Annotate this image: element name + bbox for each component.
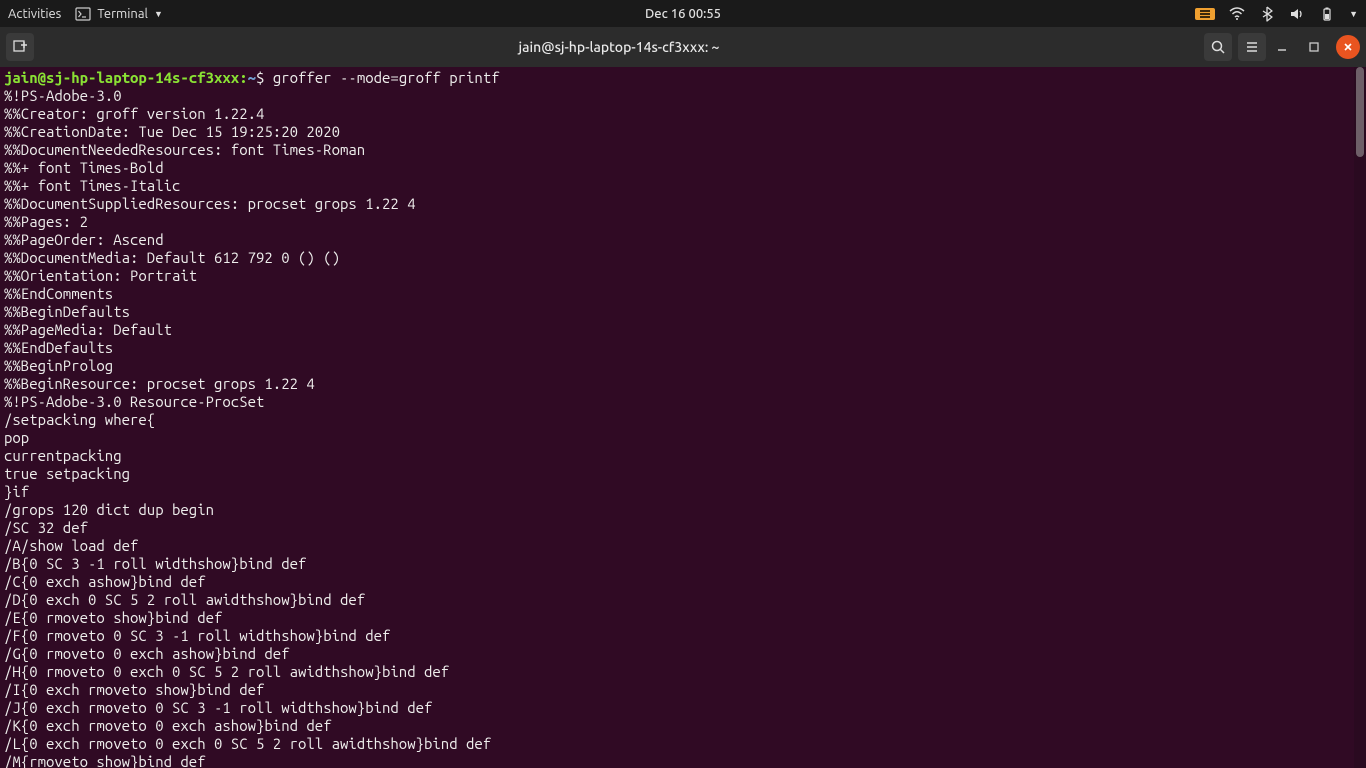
terminal-titlebar: jain@sj-hp-laptop-14s-cf3xxx: ~ xyxy=(0,27,1366,67)
prompt-user: jain@sj-hp-laptop-14s-cf3xxx xyxy=(4,69,239,86)
terminal-output[interactable]: jain@sj-hp-laptop-14s-cf3xxx:~$ groffer … xyxy=(0,67,1354,768)
close-button[interactable] xyxy=(1336,35,1360,59)
battery-icon[interactable] xyxy=(1319,6,1335,22)
minimize-button[interactable] xyxy=(1272,37,1292,57)
output-lines: %!PS-Adobe-3.0 %%Creator: groff version … xyxy=(4,87,491,768)
new-tab-button[interactable] xyxy=(6,33,34,61)
clock[interactable]: Dec 16 00:55 xyxy=(645,7,721,21)
prompt-sep: : xyxy=(239,69,247,86)
prompt-path: ~ xyxy=(248,69,256,86)
terminal-icon xyxy=(75,6,91,22)
search-button[interactable] xyxy=(1204,33,1232,61)
bluetooth-icon[interactable] xyxy=(1259,6,1275,22)
hamburger-menu-button[interactable] xyxy=(1238,33,1266,61)
terminal-area: jain@sj-hp-laptop-14s-cf3xxx:~$ groffer … xyxy=(0,67,1366,768)
prompt-symbol: $ xyxy=(256,69,273,86)
wifi-icon[interactable] xyxy=(1229,6,1245,22)
volume-icon[interactable] xyxy=(1289,6,1305,22)
chevron-down-icon: ▼ xyxy=(154,9,163,19)
scrollbar[interactable] xyxy=(1354,67,1366,768)
gnome-top-panel: Activities Terminal ▼ Dec 16 00:55 ▼ xyxy=(0,0,1366,27)
activities-button[interactable]: Activities xyxy=(8,7,61,21)
app-menu-label: Terminal xyxy=(97,7,148,21)
maximize-button[interactable] xyxy=(1304,37,1324,57)
window-title: jain@sj-hp-laptop-14s-cf3xxx: ~ xyxy=(40,39,1198,55)
command-text: groffer --mode=groff printf xyxy=(273,69,500,86)
scrollbar-thumb[interactable] xyxy=(1356,67,1364,157)
app-menu[interactable]: Terminal ▼ xyxy=(75,6,163,22)
system-menu-chevron-icon[interactable]: ▼ xyxy=(1349,9,1358,19)
keyboard-indicator[interactable] xyxy=(1195,8,1215,20)
